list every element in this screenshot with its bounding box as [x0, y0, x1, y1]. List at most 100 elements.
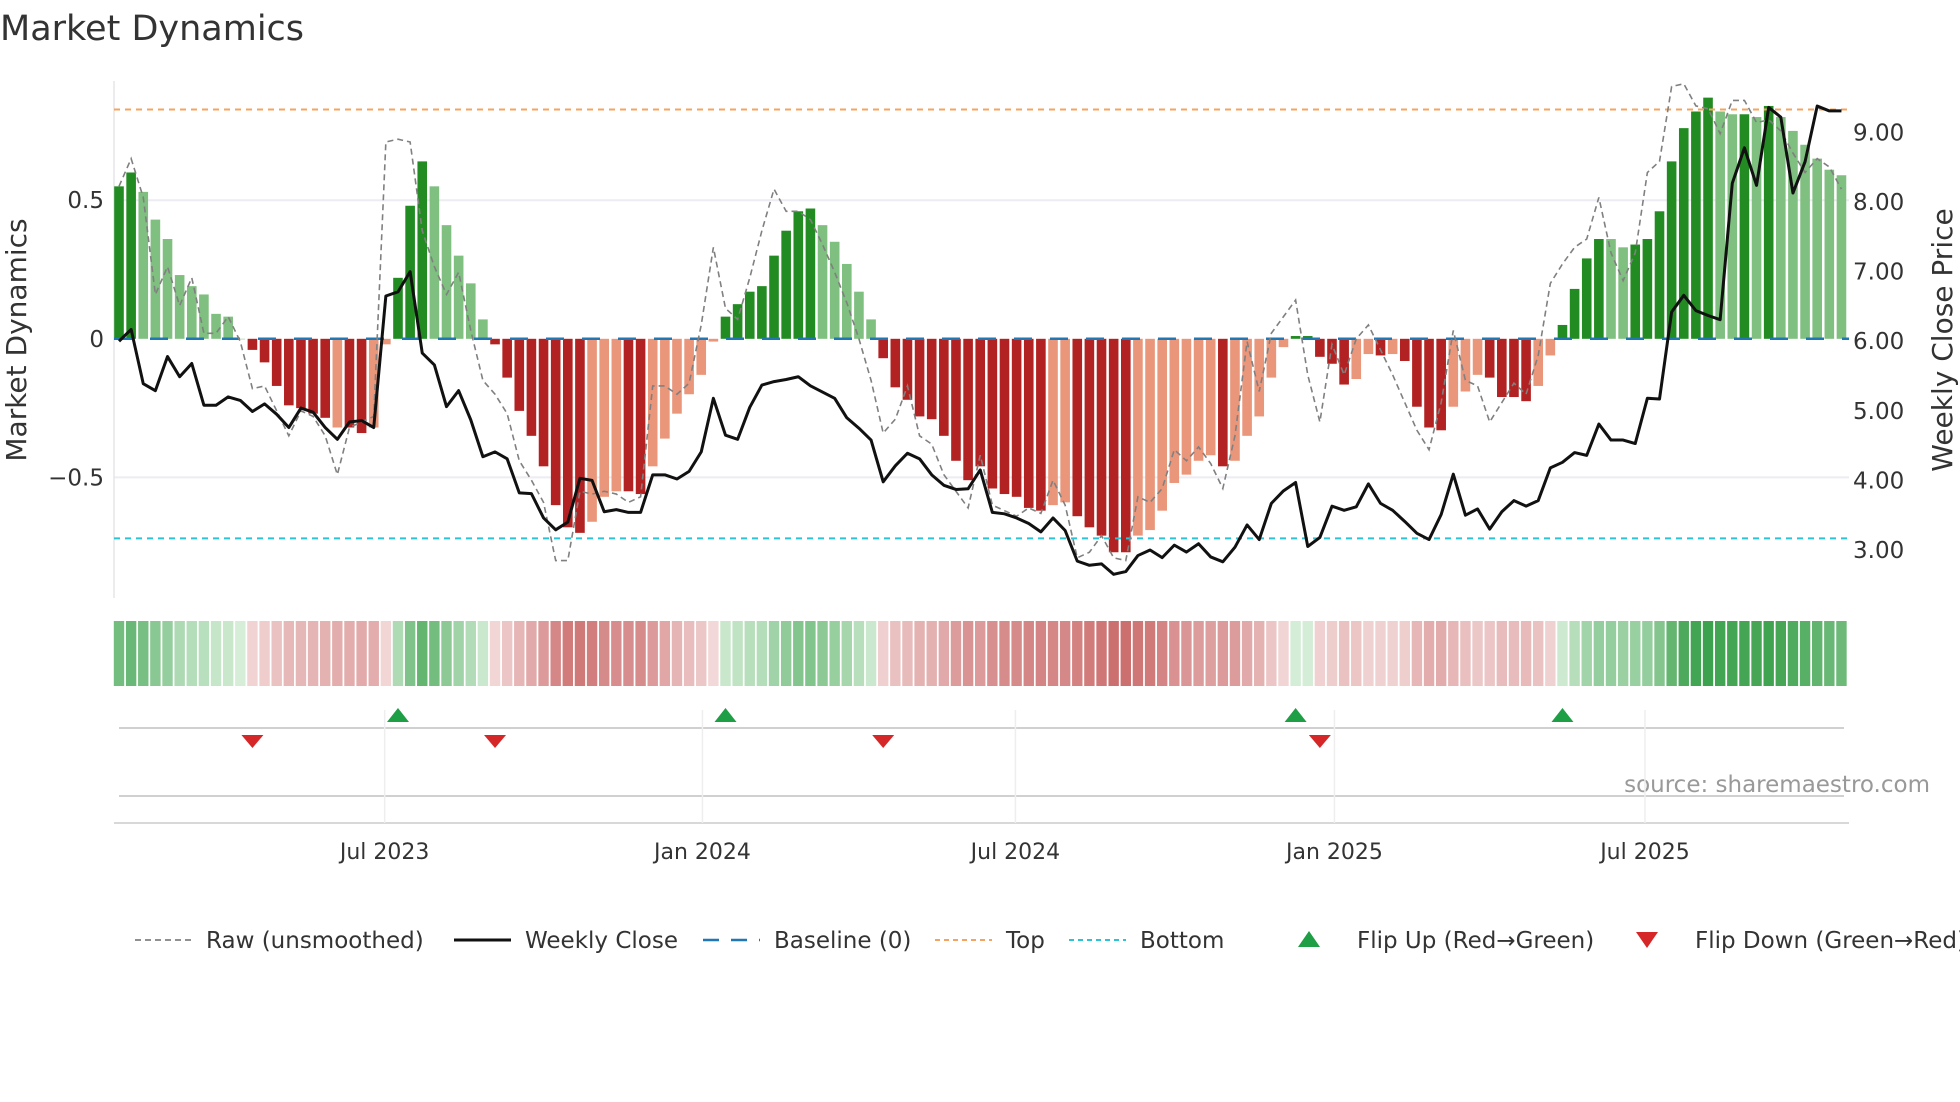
heat-strip-cell: [162, 621, 173, 686]
heat-strip-cell: [1023, 621, 1034, 686]
dynamics-bar: [1120, 338, 1131, 553]
heat-strip-cell: [417, 621, 428, 686]
dynamics-bar: [781, 230, 791, 339]
dynamics-bar: [769, 255, 779, 339]
dynamics-bar: [793, 211, 804, 339]
dynamics-bar: [441, 225, 452, 339]
x-tick-label: Jul 2023: [338, 840, 430, 865]
heat-strip-cell: [1484, 621, 1495, 686]
heat-strip-cell: [1812, 621, 1823, 686]
flip-down-marker: [872, 735, 895, 748]
heat-strip-cell: [1108, 621, 1119, 686]
heat-strip-cell: [453, 621, 464, 686]
heat-strip-cell: [1096, 621, 1107, 686]
dynamics-bar: [247, 338, 258, 350]
legend-flip-down-icon: [1636, 932, 1658, 948]
heat-strip-cell: [841, 621, 852, 686]
heat-strip-cell: [853, 621, 865, 686]
dynamics-bar: [1399, 338, 1410, 361]
dynamics-bar: [308, 338, 318, 414]
heat-strip-cell: [768, 621, 780, 686]
heat-strip-cell: [465, 621, 476, 686]
heat-strip-cell: [865, 621, 877, 686]
heat-strip-cell: [1520, 621, 1532, 686]
dynamics-bar: [259, 338, 270, 363]
dynamics-bar: [344, 338, 355, 428]
dynamics-bar: [1836, 175, 1847, 339]
dynamics-bar: [720, 316, 731, 339]
heat-strip-cell: [1217, 621, 1229, 686]
heat-strip-cell: [186, 621, 197, 686]
dynamics-bar: [951, 338, 961, 461]
dynamics-bar: [829, 241, 840, 339]
dynamics-bar: [926, 338, 937, 420]
dynamics-bar: [1751, 117, 1762, 339]
dynamics-bar: [1824, 169, 1835, 339]
dynamics-bar: [538, 338, 549, 467]
heat-strip-cell: [793, 621, 804, 686]
heat-strip-cell: [1059, 621, 1071, 686]
heat-strip-cell: [1630, 621, 1641, 686]
dynamics-bar: [1193, 338, 1204, 461]
heat-strip-cell: [320, 621, 331, 686]
heat-strip-cell: [902, 621, 913, 686]
heat-strip-cell: [926, 621, 937, 686]
legend-flip-up-icon: [1298, 931, 1320, 947]
dynamics-bar: [502, 338, 512, 378]
x-tick-label: Jul 2024: [969, 840, 1061, 865]
dynamics-bar: [1060, 338, 1070, 503]
heat-strip-cell: [514, 621, 525, 686]
dynamics-bar: [1448, 338, 1459, 407]
y2-tick-label: 4.00: [1853, 468, 1904, 494]
heat-strip-cell: [647, 621, 658, 686]
dynamics-bar: [1157, 338, 1167, 511]
dynamics-bar: [1266, 338, 1277, 378]
heat-strip-cell: [562, 621, 574, 686]
dynamics-bar: [611, 338, 622, 492]
legend-label: Weekly Close: [525, 928, 678, 954]
dynamics-bar: [1678, 128, 1689, 339]
flip-up-marker: [386, 708, 409, 722]
dynamics-bar: [1096, 338, 1107, 536]
heat-strip-cell: [1290, 621, 1301, 686]
heat-strip-cell: [780, 621, 792, 686]
dynamics-bar: [186, 286, 197, 339]
heat-strip-cell: [344, 621, 355, 686]
heat-strip-cell: [1132, 621, 1144, 686]
heat-strip-cell: [1181, 621, 1192, 686]
dynamics-bar: [1703, 97, 1713, 339]
dynamics-bar: [987, 338, 998, 489]
heat-strip-cell: [222, 621, 234, 686]
legend-label: Bottom: [1140, 928, 1224, 954]
dynamics-bar: [429, 186, 440, 339]
dynamics-bar: [1545, 338, 1556, 356]
dynamics-bar: [1763, 105, 1774, 339]
heat-strip-cell: [1763, 621, 1774, 686]
heat-strip-cell: [380, 621, 392, 686]
dynamics-bar: [757, 286, 767, 339]
heat-strip-cell: [138, 621, 149, 686]
dynamics-bar: [1363, 338, 1374, 355]
heat-strip-cell: [1326, 621, 1338, 686]
dynamics-bar: [999, 338, 1010, 495]
heat-strip-cell: [732, 621, 743, 686]
heat-strip-cell: [1229, 621, 1241, 686]
heat-strip-cell: [259, 621, 270, 686]
heat-strip-cell: [1156, 621, 1168, 686]
heat-strip-cell: [805, 621, 816, 686]
heat-strip-cell: [1399, 621, 1410, 686]
dynamics-bar: [1011, 338, 1022, 497]
heat-strip-cell: [392, 621, 404, 686]
heat-strip-cell: [1714, 621, 1726, 686]
dynamics-bar: [914, 338, 925, 417]
heat-strip-cell: [1581, 621, 1592, 686]
heat-strip-cell: [550, 621, 561, 686]
heat-strip-cell: [744, 621, 755, 686]
legend-label: Baseline (0): [774, 928, 911, 954]
heat-strip-cell: [1435, 621, 1447, 686]
flip-up-marker: [1551, 708, 1574, 722]
dynamics-bar: [1048, 338, 1058, 506]
heat-strip-cell: [501, 621, 513, 686]
dynamics-bar: [1472, 338, 1483, 375]
heat-strip-cell: [210, 621, 222, 686]
